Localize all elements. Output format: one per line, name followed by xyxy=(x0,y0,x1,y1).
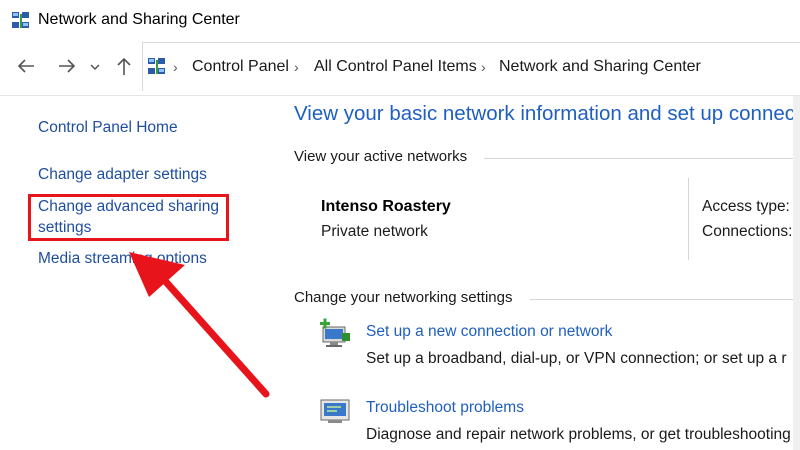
back-arrow-icon[interactable] xyxy=(14,54,38,78)
recent-dropdown-icon[interactable] xyxy=(88,54,102,78)
highlight-box xyxy=(28,194,229,241)
troubleshoot-description: Diagnose and repair network problems, or… xyxy=(366,426,791,443)
sidebar xyxy=(0,96,268,450)
forward-arrow-icon[interactable] xyxy=(55,54,79,78)
sidebar-item-change-adapter-settings[interactable]: Change adapter settings xyxy=(38,164,207,185)
page-title: View your basic network information and … xyxy=(294,102,796,125)
address-bar[interactable]: › Control Panel › All Control Panel Item… xyxy=(142,42,800,91)
troubleshoot-icon xyxy=(318,395,352,429)
title-bar: Network and Sharing Center xyxy=(0,0,800,40)
chevron-right-icon: › xyxy=(481,59,486,75)
troubleshoot-link[interactable]: Troubleshoot problems xyxy=(366,399,524,417)
network-sharing-icon xyxy=(11,11,31,31)
change-settings-heading: Change your networking settings xyxy=(294,289,513,306)
setup-connection-link[interactable]: Set up a new connection or network xyxy=(366,323,612,341)
setup-connection-description: Set up a broadband, dial-up, or VPN conn… xyxy=(366,350,787,367)
connections-label: Connections: xyxy=(702,223,793,240)
sidebar-item-control-panel-home[interactable]: Control Panel Home xyxy=(38,117,178,138)
active-networks-heading: View your active networks xyxy=(294,148,468,165)
network-type-link[interactable]: Private network xyxy=(321,223,428,241)
chevron-right-icon: › xyxy=(173,59,178,75)
up-arrow-icon[interactable] xyxy=(112,54,136,78)
chevron-right-icon: › xyxy=(294,59,299,75)
breadcrumb-control-panel[interactable]: Control Panel xyxy=(192,58,289,76)
network-sharing-icon xyxy=(147,57,167,77)
breadcrumb-all-items[interactable]: All Control Panel Items xyxy=(314,58,477,76)
scrollbar[interactable] xyxy=(793,96,800,450)
access-type-label: Access type: xyxy=(702,198,790,215)
window-title: Network and Sharing Center xyxy=(38,11,240,28)
new-connection-icon xyxy=(318,318,352,352)
vertical-divider xyxy=(688,178,689,260)
section-divider xyxy=(484,158,794,159)
network-name: Intenso Roastery xyxy=(321,198,451,215)
sidebar-item-media-streaming-options[interactable]: Media streaming options xyxy=(38,248,207,269)
breadcrumb-network-center[interactable]: Network and Sharing Center xyxy=(499,58,701,76)
section-divider xyxy=(530,299,794,300)
